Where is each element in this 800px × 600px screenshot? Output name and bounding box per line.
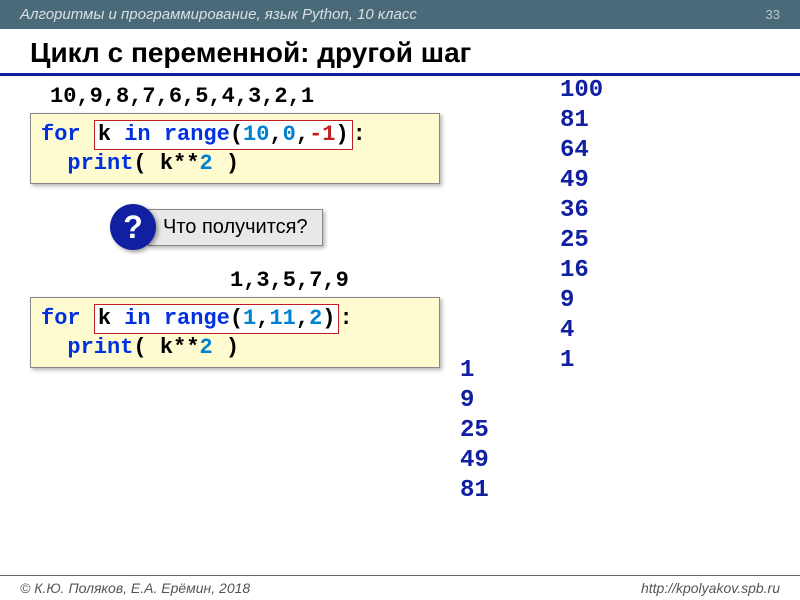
course-label: Алгоритмы и программирование, язык Pytho… xyxy=(20,6,417,23)
range-highlight-1: k in range(10,0,-1) xyxy=(94,120,353,150)
output-value: 25 xyxy=(560,226,603,256)
question-text: Что получится? xyxy=(148,209,323,246)
output-list-1: 100816449362516941 xyxy=(560,76,603,376)
output-value: 81 xyxy=(560,106,603,136)
output-value: 16 xyxy=(560,256,603,286)
footer: © К.Ю. Поляков, Е.А. Ерёмин, 2018 http:/… xyxy=(0,575,800,600)
output-value: 36 xyxy=(560,196,603,226)
code-block-2: for k in range(1,11,2): print( k**2 ) xyxy=(30,297,440,368)
header-bar: Алгоритмы и программирование, язык Pytho… xyxy=(0,0,800,29)
code-block-1: for k in range(10,0,-1): print( k**2 ) xyxy=(30,113,440,184)
output-value: 1 xyxy=(560,346,603,376)
sequence-2: 1,3,5,7,9 xyxy=(230,268,770,293)
kw-print: print xyxy=(67,335,133,360)
kw-for: for xyxy=(41,122,81,147)
slide-title: Цикл с переменной: другой шаг xyxy=(0,29,800,76)
output-list-2: 19254981 xyxy=(460,356,489,506)
question-icon: ? xyxy=(110,204,156,250)
output-value: 49 xyxy=(560,166,603,196)
page-number: 33 xyxy=(766,7,780,22)
footer-copyright: © К.Ю. Поляков, Е.А. Ерёмин, 2018 xyxy=(20,580,250,596)
content-area: 10,9,8,7,6,5,4,3,2,1 шаг for k in range(… xyxy=(0,76,800,586)
output-value: 9 xyxy=(460,386,489,416)
sequence-1: 10,9,8,7,6,5,4,3,2,1 xyxy=(50,84,770,109)
kw-for: for xyxy=(41,306,81,331)
range-highlight-2: k in range(1,11,2) xyxy=(94,304,340,334)
kw-print: print xyxy=(67,151,133,176)
output-value: 1 xyxy=(460,356,489,386)
output-value: 25 xyxy=(460,416,489,446)
footer-url: http://kpolyakov.spb.ru xyxy=(641,580,780,596)
output-value: 9 xyxy=(560,286,603,316)
output-value: 64 xyxy=(560,136,603,166)
output-value: 49 xyxy=(460,446,489,476)
question-callout: ? Что получится? xyxy=(110,204,770,250)
output-value: 4 xyxy=(560,316,603,346)
output-value: 81 xyxy=(460,476,489,506)
output-value: 100 xyxy=(560,76,603,106)
